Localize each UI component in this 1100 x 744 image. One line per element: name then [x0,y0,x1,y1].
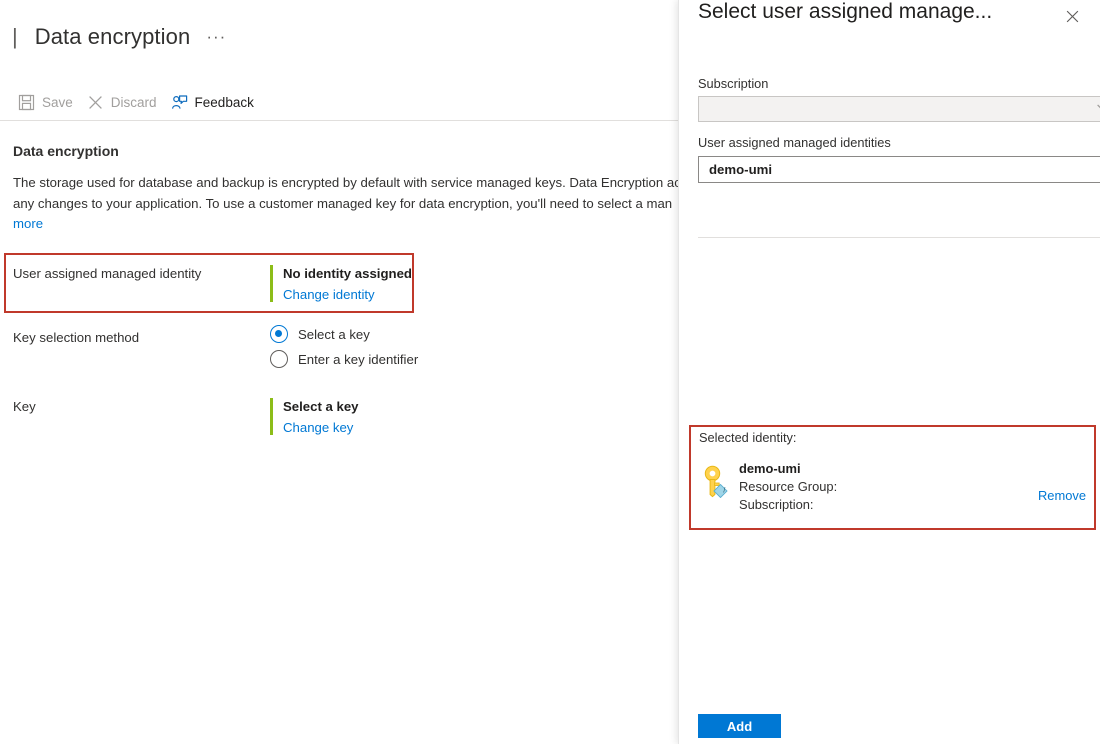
save-icon [18,94,35,111]
discard-icon [87,94,104,111]
description-line-1: The storage used for database and backup… [13,173,678,194]
key-selection-method-radiogroup: Select a key Enter a key identifier [270,325,418,375]
selected-identity-row: / demo-umi Resource Group: Subscription:… [701,460,1086,514]
radio-mark-icon [270,325,288,343]
feedback-button-label: Feedback [195,95,254,110]
key-value: Select a key [283,399,359,414]
command-bar: Save Discard Feedback [14,88,264,116]
section-heading: Data encryption [13,143,119,159]
page-title: Data encryption [35,24,191,50]
selected-identity-name: demo-umi [739,460,837,478]
title-leading-bar: | [12,24,18,50]
learn-more-link[interactable]: more [13,214,678,235]
remove-identity-link[interactable]: Remove [1038,472,1086,503]
selected-identity-resource-group: Resource Group: [739,478,837,496]
add-button-label: Add [727,719,752,734]
list-divider [698,237,1100,238]
radio-select-a-key-label: Select a key [298,327,370,342]
change-key-link[interactable]: Change key [283,420,359,435]
section-description: The storage used for database and backup… [13,173,678,235]
discard-button-label: Discard [111,95,157,110]
key-selection-method-label: Key selection method [13,329,270,345]
data-encryption-blade: | Data encryption ··· Save [0,0,678,744]
change-identity-link[interactable]: Change identity [283,287,412,302]
svg-text:/: / [723,487,725,494]
key-label: Key [13,398,270,414]
app-root: | Data encryption ··· Save [0,0,1100,744]
subscription-select[interactable] [698,96,1100,122]
identity-list-item-name: demo-umi [709,162,772,177]
select-identity-panel: Select user assigned manage... Subscript… [678,0,1100,744]
key-value-group: Select a key Change key [270,398,359,435]
user-assigned-identity-value: No identity assigned [283,266,412,281]
save-button[interactable]: Save [14,91,83,114]
description-line-2: any changes to your application. To use … [13,194,678,215]
page-title-row: | Data encryption ··· [12,24,228,50]
panel-title: Select user assigned manage... [698,0,992,24]
user-assigned-identity-row: User assigned managed identity No identi… [13,265,412,302]
command-bar-divider [0,120,678,121]
radio-enter-a-key-identifier-label: Enter a key identifier [298,352,418,367]
chevron-down-icon [1096,101,1100,117]
feedback-icon [171,94,188,111]
identities-label: User assigned managed identities [698,135,891,150]
user-assigned-identity-label: User assigned managed identity [13,265,270,281]
key-icon: / [701,464,731,498]
feedback-button[interactable]: Feedback [167,91,264,114]
radio-enter-a-key-identifier[interactable]: Enter a key identifier [270,350,418,368]
selected-identity-details: demo-umi Resource Group: Subscription: [739,460,837,514]
key-row: Key Select a key Change key [13,398,359,435]
close-icon[interactable] [1060,4,1084,28]
save-button-label: Save [42,95,73,110]
discard-button[interactable]: Discard [83,91,167,114]
radio-mark-icon [270,350,288,368]
radio-select-a-key[interactable]: Select a key [270,325,418,343]
more-options-icon[interactable]: ··· [204,28,228,46]
user-assigned-identity-value-group: No identity assigned Change identity [270,265,412,302]
selected-identity-heading: Selected identity: [699,430,796,445]
identity-list-item[interactable]: demo-umi [698,156,1100,183]
subscription-label: Subscription [698,76,768,91]
key-selection-method-row: Key selection method [13,329,270,345]
add-button[interactable]: Add [698,714,781,738]
selected-identity-subscription: Subscription: [739,496,837,514]
